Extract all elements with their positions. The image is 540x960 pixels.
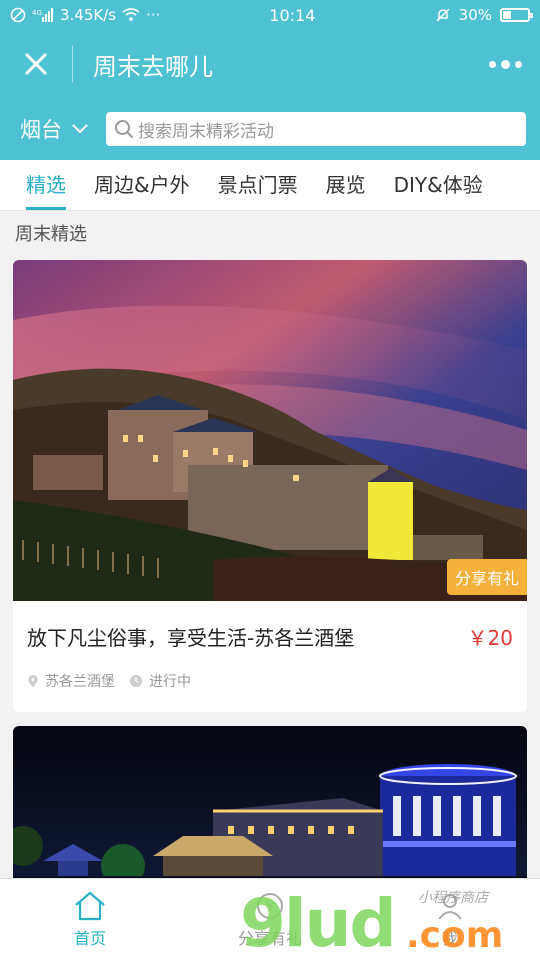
page-title: 周末去哪儿 <box>93 52 213 81</box>
battery-percent: 30% <box>458 6 492 24</box>
status-time: 10:14 <box>269 5 316 25</box>
nav-home[interactable]: 首页 <box>0 879 180 960</box>
tab-outdoor[interactable]: 周边&户外 <box>94 160 190 210</box>
signal-icon: 4G <box>32 8 53 22</box>
activity-card[interactable]: 分享有礼 放下凡尘俗事，享受生活-苏各兰酒堡 ￥20 苏各兰酒堡 进行中 <box>13 260 527 712</box>
tab-exhibition[interactable]: 展览 <box>326 160 366 210</box>
status-text: 进行中 <box>149 674 191 690</box>
nav-home-label: 首页 <box>73 928 106 948</box>
tab-featured[interactable]: 精选 <box>26 160 66 210</box>
card-body: 放下凡尘俗事，享受生活-苏各兰酒堡 ￥20 苏各兰酒堡 进行中 <box>13 601 527 691</box>
tab-diy[interactable]: DIY&体验 <box>394 160 483 210</box>
gift-icon: ¥ <box>257 892 283 919</box>
tab-divider <box>0 210 540 211</box>
card-image: 分享有礼 <box>13 260 527 601</box>
card-status: 进行中 <box>129 671 191 691</box>
svg-text:4G: 4G <box>32 9 42 17</box>
more-dot-right <box>514 60 522 68</box>
search-input[interactable]: 搜索周末精彩活动 <box>106 112 526 146</box>
location-pin-icon <box>28 675 38 687</box>
card-title-row: 放下凡尘俗事，享受生活-苏各兰酒堡 ￥20 <box>27 601 513 671</box>
status-right: 30% <box>435 6 533 24</box>
wifi-icon <box>122 8 140 21</box>
home-icon <box>75 891 105 920</box>
activity-card-2[interactable] <box>13 726 527 896</box>
bell-muted-icon <box>436 8 450 22</box>
battery-icon <box>500 8 533 22</box>
more-dots-icon <box>488 60 496 68</box>
card-meta: 苏各兰酒堡 进行中 <box>27 671 513 691</box>
city-select[interactable]: 烟台 <box>20 114 106 144</box>
tab-tickets[interactable]: 景点门票 <box>218 160 298 210</box>
section-title: 周末精选 <box>15 224 87 245</box>
card-location: 苏各兰酒堡 <box>27 671 115 691</box>
close-icon <box>24 52 48 76</box>
nav-share-label: 分享有礼 <box>237 928 302 948</box>
location-text: 苏各兰酒堡 <box>45 674 115 690</box>
title-divider <box>72 46 73 82</box>
search-placeholder: 搜索周末精彩活动 <box>138 121 274 142</box>
close-button[interactable] <box>0 30 72 98</box>
card-price: ￥20 <box>467 625 513 650</box>
castle-photo <box>13 260 527 601</box>
svg-text:¥: ¥ <box>266 900 274 915</box>
search-row: 烟台 搜索周末精彩活动 <box>0 98 540 160</box>
user-icon <box>438 893 462 920</box>
search-icon <box>115 120 134 139</box>
title-bar: 周末去哪儿 <box>0 30 540 98</box>
no-disturb-icon <box>10 7 26 23</box>
chevron-down-icon <box>72 124 88 134</box>
nav-share[interactable]: ¥ 分享有礼 <box>180 879 360 960</box>
bottom-nav: 首页 ¥ 分享有礼 我 <box>0 878 540 960</box>
status-bar: 4G 3.45K/s ··· 10:14 30% <box>0 0 540 30</box>
share-gift-badge[interactable]: 分享有礼 <box>446 559 527 595</box>
night-resort-photo <box>13 726 527 896</box>
more-dot-center <box>500 59 510 69</box>
nav-me-label: 我 <box>441 928 458 948</box>
network-speed: 3.45K/s <box>60 6 117 24</box>
nav-me[interactable]: 我 <box>360 879 540 960</box>
more-button[interactable] <box>470 30 540 98</box>
clock-icon <box>130 675 142 687</box>
card-title: 放下凡尘俗事，享受生活-苏各兰酒堡 <box>27 625 355 650</box>
city-label: 烟台 <box>20 118 62 142</box>
category-tabs: 精选 周边&户外 景点门票 展览 DIY&体验 <box>0 160 540 210</box>
